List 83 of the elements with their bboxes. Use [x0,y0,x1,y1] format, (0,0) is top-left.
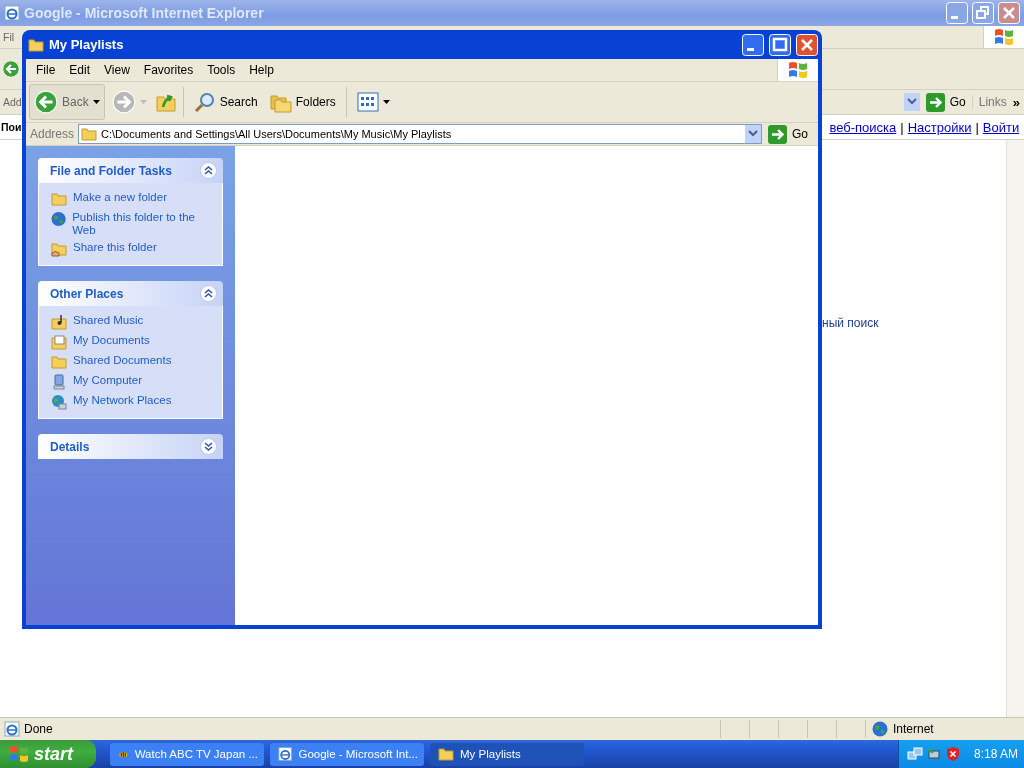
chevron-button[interactable]: » [1012,94,1024,110]
window-title: Google - Microsoft Internet Explorer [24,5,265,21]
zone-label: Internet [893,722,934,736]
task-link[interactable]: My Computer [51,374,214,390]
collapse-icon[interactable] [200,162,217,179]
dropdown-arrow-icon[interactable] [92,100,100,104]
go-button[interactable]: Go [762,124,814,144]
expand-icon[interactable] [200,438,217,455]
panel-title: File and Folder Tasks [50,163,172,178]
back-arrow-icon[interactable] [2,60,20,78]
search-button[interactable]: Search [188,84,263,120]
address-label: Add [2,96,22,108]
address-dropdown-button[interactable] [903,93,920,111]
menu-item[interactable]: Help [242,63,281,77]
browser-icon [4,721,20,737]
task-link[interactable]: Make a new folder [51,191,214,207]
new-folder-icon [51,191,67,207]
minimize-button[interactable] [742,33,764,56]
computer-icon [51,374,67,390]
page-link[interactable]: Настройки [907,119,972,135]
dropdown-arrow-icon[interactable] [382,100,390,104]
panel-title: Details [50,439,90,454]
folder-icon [51,354,67,370]
links-button[interactable]: Links [971,95,1013,109]
status-text: Done [24,722,53,736]
start-button[interactable]: start [0,740,96,768]
panel-title: Other Places [50,286,124,301]
shield-icon[interactable] [945,746,961,762]
windows-logo-icon [787,60,809,80]
back-button[interactable]: Back [29,84,105,120]
task-link[interactable]: My Documents [51,334,214,350]
taskbar-button[interactable]: Google - Microsoft Int... [270,742,424,766]
collapse-icon[interactable] [200,285,217,302]
restore-button[interactable] [972,2,994,24]
folder-icon [28,36,44,53]
address-label: Address [29,127,76,141]
address-dropdown-button[interactable] [745,125,761,143]
menu-item[interactable]: View [97,63,137,77]
link-separator: | [899,119,905,135]
menu-item[interactable]: File [29,63,63,77]
music-folder-icon [51,314,67,330]
go-button[interactable]: Go [919,92,972,112]
globe-icon [872,721,888,737]
browser-icon [4,5,20,21]
page-link[interactable]: веб-поиска [829,119,897,135]
browser-icon [278,746,293,762]
taskbar-button[interactable]: My Playlists [430,742,584,766]
publish-globe-icon [51,211,67,227]
panel-header[interactable]: Other Places [38,281,223,306]
task-link[interactable]: My Network Places [51,394,214,410]
task-link[interactable]: Shared Music [51,314,214,330]
folder-icon [81,126,98,142]
panel-header[interactable]: File and Folder Tasks [38,158,223,183]
windows-logo-icon [8,744,30,764]
menu-item[interactable]: Favorites [136,63,201,77]
page-text: Пои [0,121,22,133]
taskbar-button[interactable]: Watch ABC TV Japan ... [110,742,264,766]
address-field[interactable]: C:\Documents and Settings\All Users\Documents\My Music\My Playlists [78,124,762,144]
scroll-bar[interactable] [1006,140,1024,717]
device-icon[interactable] [926,746,942,762]
window-title: My Playlists [49,37,125,52]
menu-item[interactable]: Tools [200,63,243,77]
task-link[interactable]: Share this folder [51,241,214,257]
menu-item[interactable]: Edit [62,63,98,77]
page-text: ный поиск [822,316,879,330]
shared-folder-icon [51,241,67,257]
network-icon[interactable] [907,746,923,762]
page-link[interactable]: Войти [982,119,1020,135]
folder-icon [438,746,454,762]
panel-header[interactable]: Details [38,434,223,459]
windows-logo-icon [993,27,1015,47]
task-link[interactable]: Publish this folder to the Web [51,211,214,237]
folders-button[interactable]: Folders [264,84,341,120]
maximize-button[interactable] [769,33,791,56]
task-link[interactable]: Shared Documents [51,354,214,370]
documents-folder-icon [51,334,67,350]
menu-item[interactable]: Fil [0,31,15,43]
views-icon [356,92,379,112]
network-icon [51,394,67,410]
close-button[interactable] [796,33,818,56]
clock: 8:18 AM [974,747,1019,761]
search-icon [193,91,216,113]
link-separator: | [974,119,980,135]
